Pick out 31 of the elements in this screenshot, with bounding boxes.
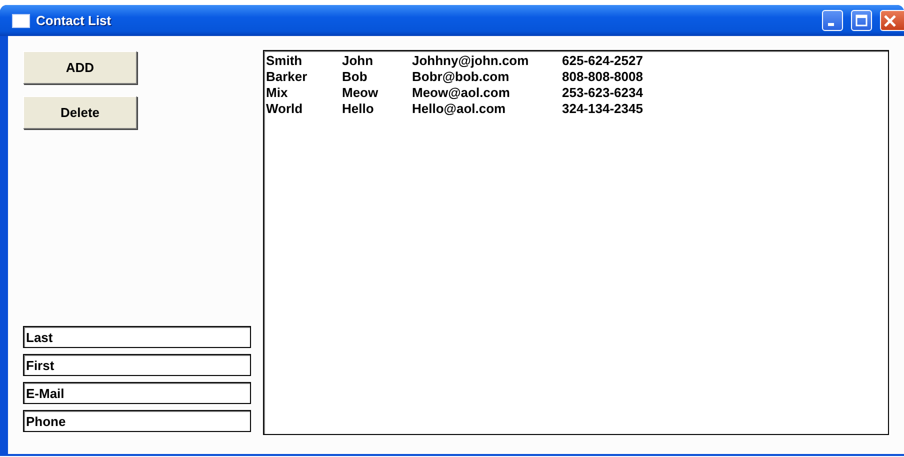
list-entry-text: Johhny@john.com bbox=[412, 53, 530, 69]
contact-list[interactable]: Smith John Johhny@john.com 625-624-2527 Barker Bob Bobr@bob.com 808-808-8008 Mix Meow Meow@aol.com 253-623-6234 World Hello Hello@aol.com 324-134-2345 bbox=[263, 50, 889, 435]
list-entry-text: Mix bbox=[266, 85, 289, 101]
list-entry-text: John bbox=[342, 53, 374, 69]
input-field[interactable]: Last bbox=[23, 326, 251, 348]
add-button[interactable]: ADD bbox=[23, 51, 137, 84]
window-icon bbox=[12, 14, 30, 28]
minimize-icon bbox=[828, 23, 834, 26]
delete-button[interactable]: Delete bbox=[23, 96, 137, 129]
input-field[interactable]: E-Mail bbox=[23, 382, 251, 404]
maximize-button[interactable] bbox=[851, 10, 872, 31]
input-field[interactable]: First bbox=[23, 354, 251, 376]
list-entry-text: Meow bbox=[342, 85, 380, 101]
list-entry-text: Bobr@bob.com bbox=[412, 69, 510, 85]
list-entry-text: Hello bbox=[342, 101, 375, 117]
list-entry-text: Bob bbox=[342, 69, 368, 85]
list-entry-text: 625-624-2527 bbox=[562, 53, 643, 69]
list-entry-text: 324-134-2345 bbox=[562, 101, 643, 117]
maximize-icon bbox=[856, 14, 868, 26]
close-button[interactable] bbox=[880, 10, 904, 31]
list-entry-text: Smith bbox=[266, 53, 304, 69]
list-entry-text: 253-623-6234 bbox=[562, 85, 643, 101]
list-entry-text: Meow@aol.com bbox=[412, 85, 511, 101]
window-title: Contact List bbox=[36, 13, 112, 28]
list-entry-text: Hello@aol.com bbox=[412, 101, 507, 117]
list-entry-text: Barker bbox=[266, 69, 308, 85]
minimize-button[interactable] bbox=[822, 10, 843, 31]
list-entry-text: 808-808-8008 bbox=[562, 69, 643, 85]
list-entry-text: World bbox=[266, 101, 304, 117]
close-icon bbox=[884, 14, 896, 28]
input-field[interactable]: Phone bbox=[23, 410, 251, 432]
